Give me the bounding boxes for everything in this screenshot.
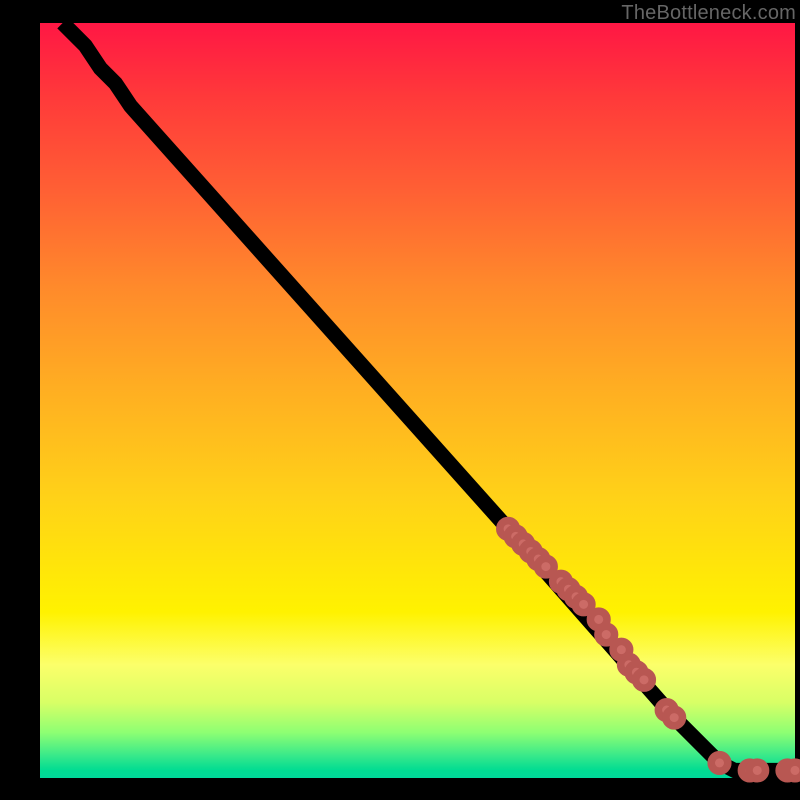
chart-frame: TheBottleneck.com [0,0,800,800]
watermark-text: TheBottleneck.com [621,2,796,25]
data-point [787,762,800,779]
data-point [666,709,683,726]
bottleneck-curve [63,23,795,770]
data-point [575,596,592,613]
data-point [749,762,766,779]
data-point [711,755,728,772]
data-point [598,626,615,643]
data-point [636,672,653,689]
data-point [538,558,555,575]
marker-group [500,521,800,779]
chart-svg [40,23,795,778]
